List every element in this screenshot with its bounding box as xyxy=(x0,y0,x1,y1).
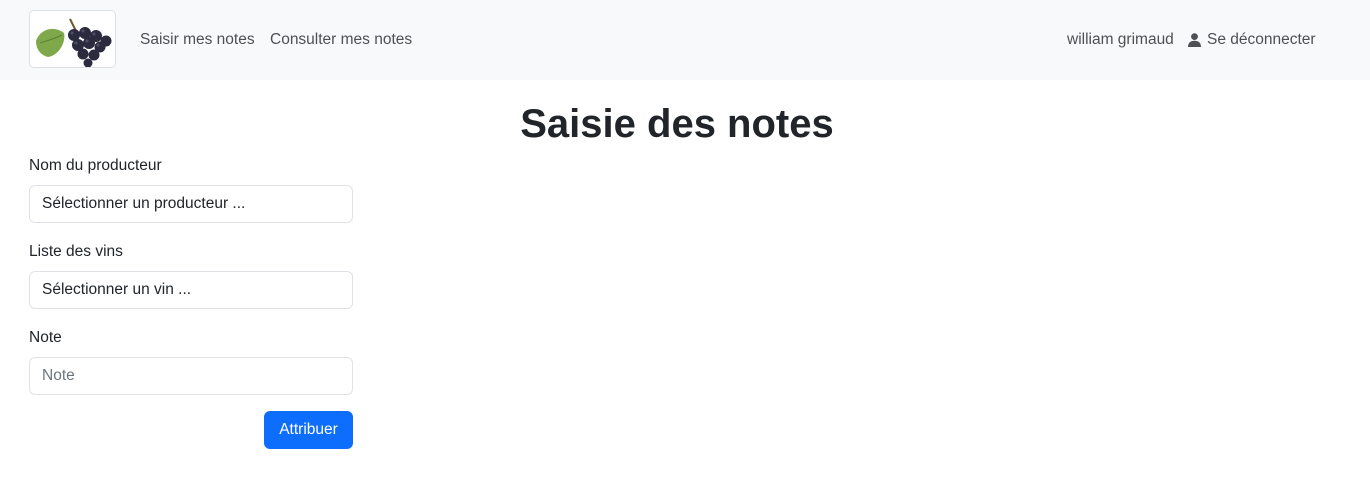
grapes-logo[interactable] xyxy=(29,10,116,68)
attribuer-button[interactable]: Attribuer xyxy=(264,411,353,449)
logout-label: Se déconnecter xyxy=(1207,31,1316,48)
wine-label: Liste des vins xyxy=(29,243,123,260)
wine-select[interactable]: Sélectionner un vin ... xyxy=(29,271,353,309)
note-label: Note xyxy=(29,329,62,346)
nav-link-consulter[interactable]: Consulter mes notes xyxy=(270,30,412,50)
nav-link-saisir[interactable]: Saisir mes notes xyxy=(140,30,255,50)
producer-select[interactable]: Sélectionner un producteur ... xyxy=(29,185,353,223)
note-input[interactable] xyxy=(29,357,353,395)
producer-label: Nom du producteur xyxy=(29,157,162,174)
grapes-icon xyxy=(36,18,112,67)
person-icon xyxy=(1188,33,1201,47)
navbar: Saisir mes notes Consulter mes notes wil… xyxy=(0,0,1370,80)
page-title: Saisie des notes xyxy=(520,102,834,146)
user-name: william grimaud xyxy=(1067,31,1174,48)
logout-link[interactable]: Se déconnecter xyxy=(1188,30,1316,50)
